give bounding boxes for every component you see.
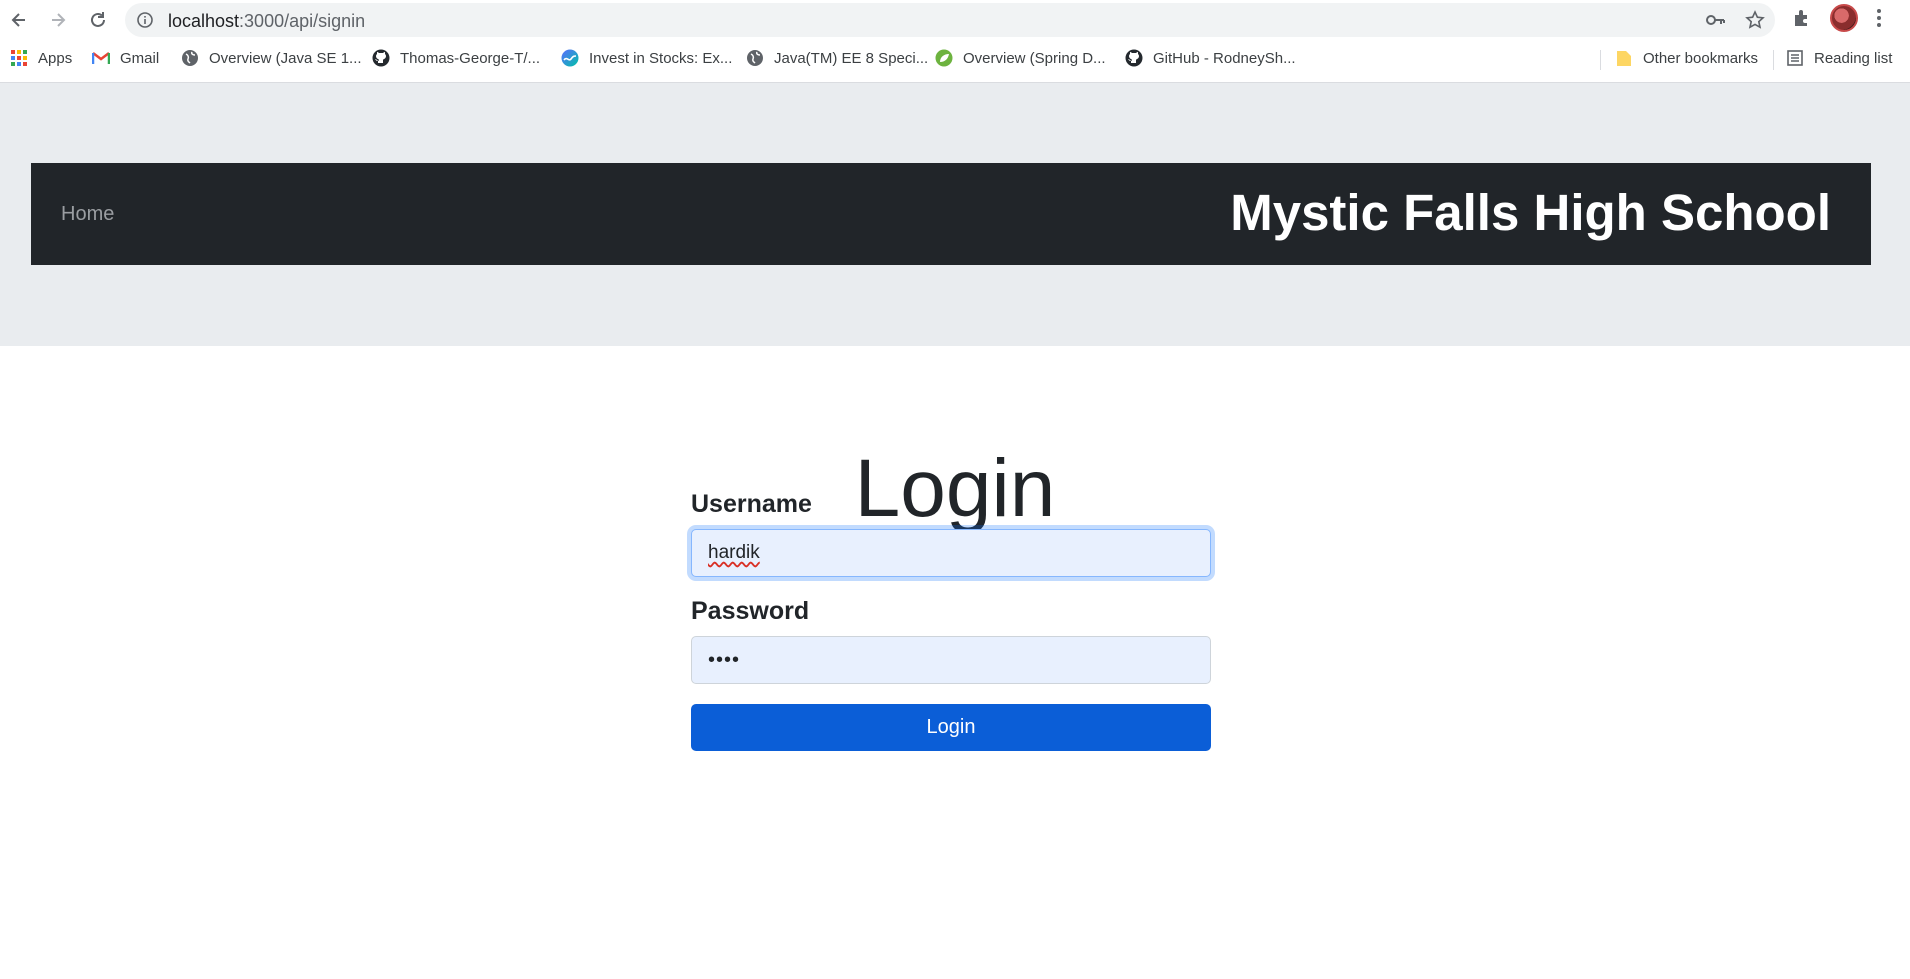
spring-leaf-icon (935, 49, 953, 67)
bookmark-label: Apps (38, 49, 73, 67)
url-text: localhost:3000/api/signin (168, 11, 365, 32)
forward-arrow-icon (52, 13, 66, 27)
bookmark-thomas-george[interactable]: Thomas-George-T/... (372, 49, 540, 67)
globe-icon (181, 49, 199, 67)
bookmark-gmail[interactable]: Gmail (92, 49, 159, 67)
extensions-puzzle-icon[interactable] (1792, 8, 1812, 33)
reading-list-icon (1786, 49, 1804, 67)
bookmark-label: Overview (Spring D... (963, 49, 1106, 67)
bookmark-label: Overview (Java SE 1... (209, 49, 362, 67)
bookmarks-separator (1773, 50, 1774, 70)
bookmark-label: Invest in Stocks: Ex... (589, 49, 733, 67)
site-info-icon[interactable] (137, 12, 153, 33)
bookmark-invest-stocks[interactable]: Invest in Stocks: Ex... (561, 49, 732, 67)
nav-home-link[interactable]: Home (61, 203, 114, 226)
site-brand-title: Mystic Falls High School (1230, 184, 1831, 241)
back-arrow-icon (11, 13, 25, 27)
bookmark-java-se[interactable]: Overview (Java SE 1... (181, 49, 362, 67)
other-bookmarks-label: Other bookmarks (1643, 49, 1759, 67)
bookmark-java-ee[interactable]: Java(TM) EE 8 Speci... (746, 49, 928, 67)
address-bar[interactable]: localhost:3000/api/signin (125, 3, 1775, 37)
menu-kebab-icon[interactable] (1876, 8, 1882, 33)
username-label: Username (691, 490, 812, 518)
other-bookmarks[interactable]: Other bookmarks (1615, 49, 1758, 67)
url-path: :3000/api/signin (239, 11, 366, 31)
bookmark-github-rodney[interactable]: GitHub - RodneySh... (1125, 49, 1296, 67)
profile-avatar[interactable] (1830, 4, 1858, 32)
reload-button[interactable] (84, 6, 112, 34)
browser-chrome: localhost:3000/api/signin Apps Gmail Ove… (0, 0, 1910, 83)
bookmark-star-icon[interactable] (1745, 10, 1765, 35)
password-mask: •••• (708, 648, 741, 671)
login-form: Username hardik Password •••• Login (691, 490, 1211, 751)
bookmark-label: Java(TM) EE 8 Speci... (774, 49, 929, 67)
stocks-icon (561, 49, 579, 67)
folder-icon (1615, 49, 1633, 67)
reading-list[interactable]: Reading list (1786, 49, 1892, 67)
forward-button[interactable] (44, 6, 72, 34)
url-host: localhost (168, 11, 240, 31)
back-button[interactable] (5, 6, 33, 34)
bookmark-label: Thomas-George-T/... (400, 49, 541, 67)
header-jumbotron: Home Mystic Falls High School (0, 83, 1910, 346)
username-value: hardik (708, 542, 760, 563)
globe-icon (746, 49, 764, 67)
bookmark-label: Gmail (120, 49, 160, 67)
github-icon (372, 49, 390, 67)
reload-icon (91, 12, 105, 27)
password-label: Password (691, 597, 810, 625)
password-input[interactable]: •••• (691, 636, 1211, 684)
reading-list-label: Reading list (1814, 49, 1893, 67)
bookmark-label: GitHub - RodneySh... (1153, 49, 1296, 67)
gmail-icon (92, 49, 110, 67)
apps-grid-icon (10, 49, 28, 67)
bookmarks-bar: Apps Gmail Overview (Java SE 1... Thomas… (0, 42, 1910, 76)
github-icon (1125, 49, 1143, 67)
login-submit-button[interactable]: Login (691, 704, 1211, 751)
username-input[interactable]: hardik (691, 529, 1211, 577)
bookmark-apps[interactable]: Apps (10, 49, 72, 67)
top-navbar: Home Mystic Falls High School (31, 163, 1871, 265)
bookmarks-separator (1600, 50, 1601, 70)
bookmark-spring[interactable]: Overview (Spring D... (935, 49, 1106, 67)
password-key-icon[interactable] (1705, 11, 1725, 34)
